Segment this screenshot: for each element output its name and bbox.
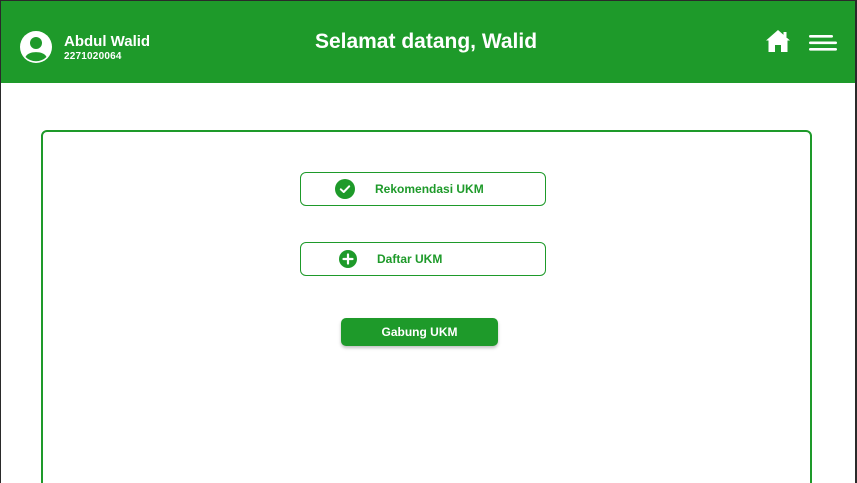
rekomendasi-ukm-label: Rekomendasi UKM [375,182,484,196]
menu-icon[interactable] [809,34,837,52]
gabung-ukm-button[interactable]: Gabung UKM [341,318,498,346]
home-icon[interactable] [765,29,791,53]
plus-circle-icon [339,250,357,268]
daftar-ukm-button[interactable]: Daftar UKM [300,242,546,276]
daftar-ukm-label: Daftar UKM [377,252,443,266]
app-header: Abdul Walid 2271020064 Selamat datang, W… [0,0,857,83]
check-circle-icon [335,179,355,199]
rekomendasi-ukm-button[interactable]: Rekomendasi UKM [300,172,546,206]
page-title: Selamat datang, Walid [314,30,538,53]
